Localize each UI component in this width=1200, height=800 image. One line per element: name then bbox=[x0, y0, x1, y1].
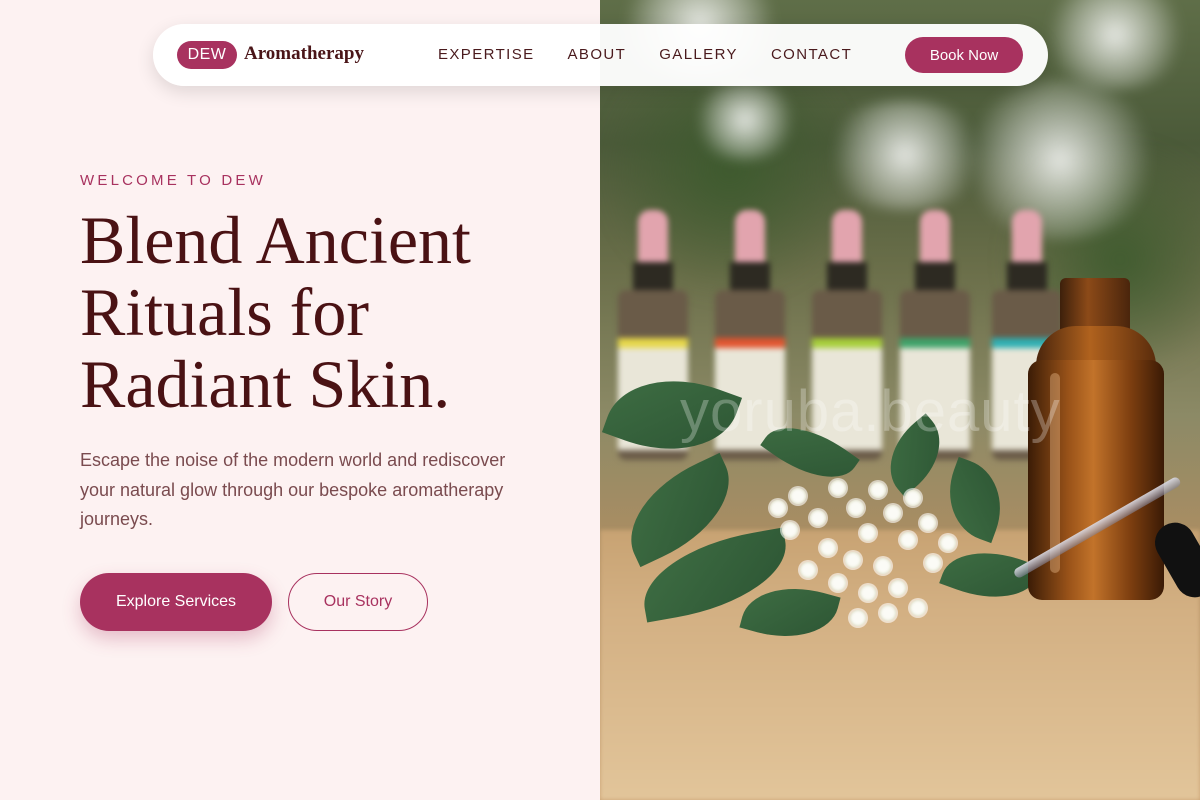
brand-name[interactable]: Aromatherapy bbox=[244, 43, 364, 65]
nav-link-expertise[interactable]: EXPERTISE bbox=[438, 46, 535, 63]
image-watermark: yoruba.beauty bbox=[680, 379, 1061, 444]
book-now-button[interactable]: Book Now bbox=[905, 37, 1023, 73]
nav-links: EXPERTISE ABOUT GALLERY CONTACT bbox=[438, 46, 885, 63]
hero-headline-line: Rituals for bbox=[80, 274, 369, 350]
explore-services-button[interactable]: Explore Services bbox=[80, 573, 272, 631]
top-navigation-bar: DEW Aromatherapy EXPERTISE ABOUT GALLERY… bbox=[153, 24, 1048, 86]
nav-link-contact[interactable]: CONTACT bbox=[771, 46, 852, 63]
hero-headline-line: Blend Ancient bbox=[80, 202, 471, 278]
white-flower-cluster bbox=[760, 470, 960, 630]
hero-headline: Blend Ancient Rituals for Radiant Skin. bbox=[80, 204, 580, 420]
nav-link-about[interactable]: ABOUT bbox=[568, 46, 627, 63]
our-story-button[interactable]: Our Story bbox=[288, 573, 428, 631]
nav-link-gallery[interactable]: GALLERY bbox=[659, 46, 738, 63]
hero-headline-line: Radiant Skin. bbox=[80, 346, 451, 422]
brand-logo-badge[interactable]: DEW bbox=[177, 41, 237, 69]
hero-description: Escape the noise of the modern world and… bbox=[80, 450, 506, 529]
hero-eyebrow: WELCOME TO DEW bbox=[80, 172, 266, 189]
